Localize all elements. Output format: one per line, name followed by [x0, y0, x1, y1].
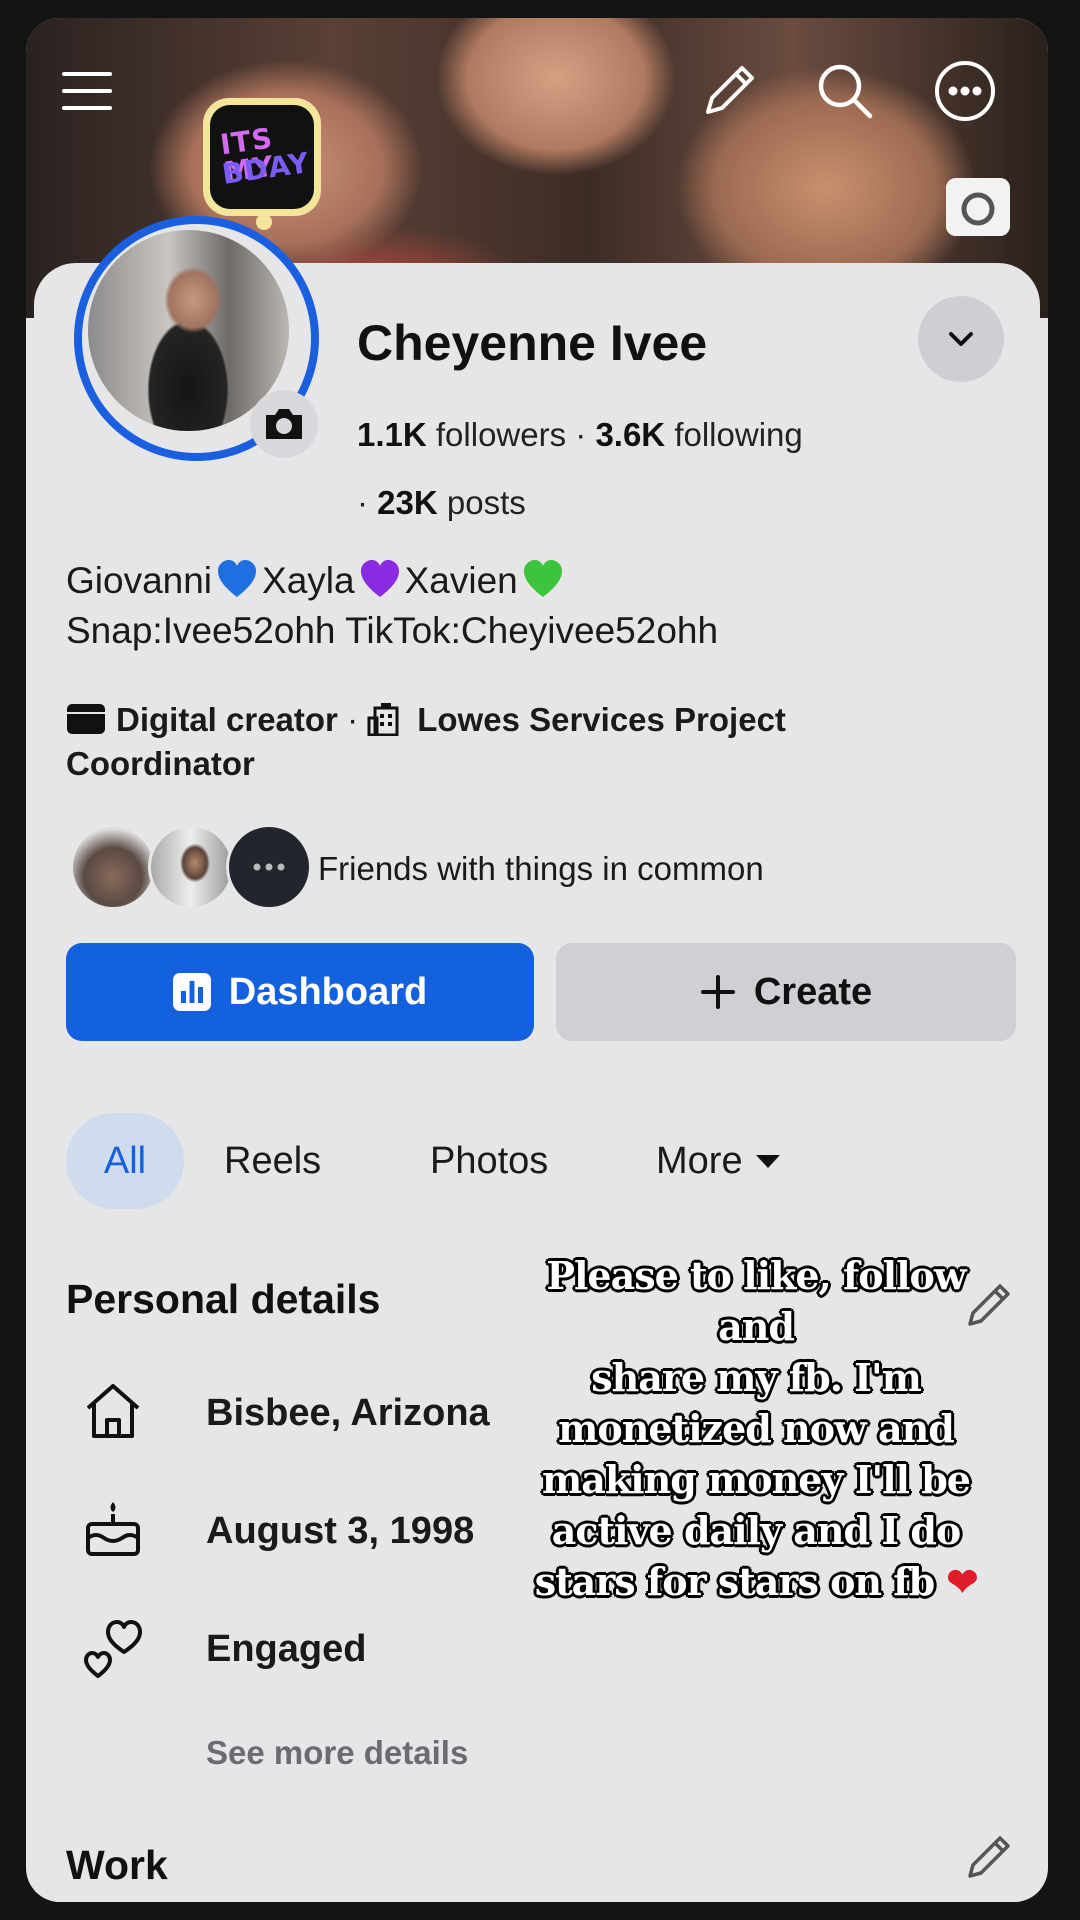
birthday-cake-icon — [86, 1502, 140, 1556]
caption-line-6-text: stars for stars on fb — [534, 1559, 935, 1604]
story-badge-art: ITS MY BDAY — [210, 105, 314, 209]
clapperboard-icon — [67, 704, 105, 734]
more-dots-icon — [253, 863, 285, 871]
story-badge[interactable]: ITS MY BDAY — [203, 98, 321, 216]
tab-photos[interactable]: Photos — [430, 1113, 548, 1209]
profile-dropdown-button[interactable] — [918, 296, 1004, 382]
caption-line-1: Please to like, follow and — [546, 1253, 966, 1349]
blue-heart-icon — [218, 560, 257, 597]
bio-name-1: Giovanni — [66, 560, 213, 601]
bio-name-3: Xavien — [404, 560, 518, 601]
avatar-camera-icon[interactable] — [250, 390, 318, 458]
phone-screen: ITS MY BDAY Cheyenne Ivee 1.1K followers… — [26, 18, 1048, 1902]
caption-line-5: active daily and I do — [551, 1508, 962, 1553]
caret-down-icon — [755, 1155, 780, 1168]
caption-line-4: making money I'll be — [542, 1457, 971, 1502]
plus-icon — [700, 975, 735, 1009]
followers-label[interactable]: followers — [427, 416, 566, 453]
caption-line-6: stars for stars on fb ❤ — [506, 1556, 1006, 1607]
friend-avatar-1[interactable] — [70, 824, 156, 910]
purple-heart-icon — [360, 560, 399, 597]
personal-details-title: Personal details — [66, 1276, 381, 1322]
search-icon[interactable] — [812, 58, 878, 124]
dashboard-chart-icon — [172, 973, 211, 1011]
location-text: Bisbee, Arizona — [206, 1392, 490, 1434]
work-section-title: Work — [66, 1842, 168, 1888]
stats-separator: · — [566, 416, 596, 453]
profile-posts-stat: · 23K posts — [357, 484, 526, 522]
bio-name-2: Xayla — [262, 560, 355, 601]
profile-sheet — [34, 263, 1040, 1902]
birthday-text: August 3, 1998 — [206, 1510, 475, 1552]
relationship-hearts-icon — [84, 1620, 142, 1678]
profile-bio: Giovanni Xayla Xavien Snap:Ivee52ohh TikTo… — [66, 556, 718, 656]
category-text: Digital creator — [116, 701, 338, 738]
posts-count: 23K — [377, 484, 438, 521]
see-more-details-link[interactable]: See more details — [206, 1734, 468, 1772]
following-label[interactable]: following — [665, 416, 802, 453]
overlay-caption: Please to like, follow and share my fb. … — [506, 1250, 1006, 1607]
menu-icon[interactable] — [54, 58, 120, 124]
profile-intro: Digital creator · Lowes Services Project… — [66, 698, 926, 786]
tab-more[interactable]: More — [656, 1113, 781, 1209]
friend-avatar-2[interactable] — [148, 824, 234, 910]
story-connector-dot — [256, 214, 272, 230]
more-options-icon[interactable] — [932, 58, 998, 124]
following-count[interactable]: 3.6K — [595, 416, 665, 453]
red-heart-emoji: ❤ — [946, 1559, 978, 1604]
profile-stats: 1.1K followers · 3.6K following — [357, 416, 803, 454]
create-button[interactable]: Create — [556, 943, 1016, 1041]
edit-work-pencil-icon[interactable] — [964, 1830, 1016, 1882]
friend-avatar-more[interactable] — [226, 824, 312, 910]
bio-line-2: Snap:Ivee52ohh TikTok:Cheyivee52ohh — [66, 610, 719, 651]
chevron-down-icon — [949, 332, 973, 346]
building-icon — [367, 703, 399, 736]
create-label: Create — [753, 970, 873, 1013]
dashboard-button[interactable]: Dashboard — [66, 943, 534, 1041]
tab-reels[interactable]: Reels — [224, 1113, 321, 1209]
cover-camera-icon[interactable] — [946, 178, 1010, 236]
posts-label: posts — [437, 484, 526, 521]
bio-line-1: Giovanni Xayla Xavien — [66, 556, 718, 606]
dashboard-label: Dashboard — [228, 970, 428, 1013]
posts-separator: · — [357, 484, 378, 521]
info-separator: · — [337, 701, 368, 738]
caption-line-2: share my fb. I'm — [591, 1355, 922, 1400]
edit-pencil-icon[interactable] — [696, 58, 762, 124]
tab-more-label: More — [656, 1139, 743, 1182]
followers-count[interactable]: 1.1K — [357, 416, 427, 453]
relationship-text: Engaged — [206, 1628, 367, 1670]
tab-all[interactable]: All — [66, 1113, 184, 1209]
home-icon — [86, 1384, 140, 1438]
caption-line-3: monetized now and — [558, 1406, 955, 1451]
profile-name: Cheyenne Ivee — [357, 315, 708, 371]
green-heart-icon — [523, 560, 562, 597]
friends-in-common-text[interactable]: Friends with things in common — [318, 850, 764, 888]
